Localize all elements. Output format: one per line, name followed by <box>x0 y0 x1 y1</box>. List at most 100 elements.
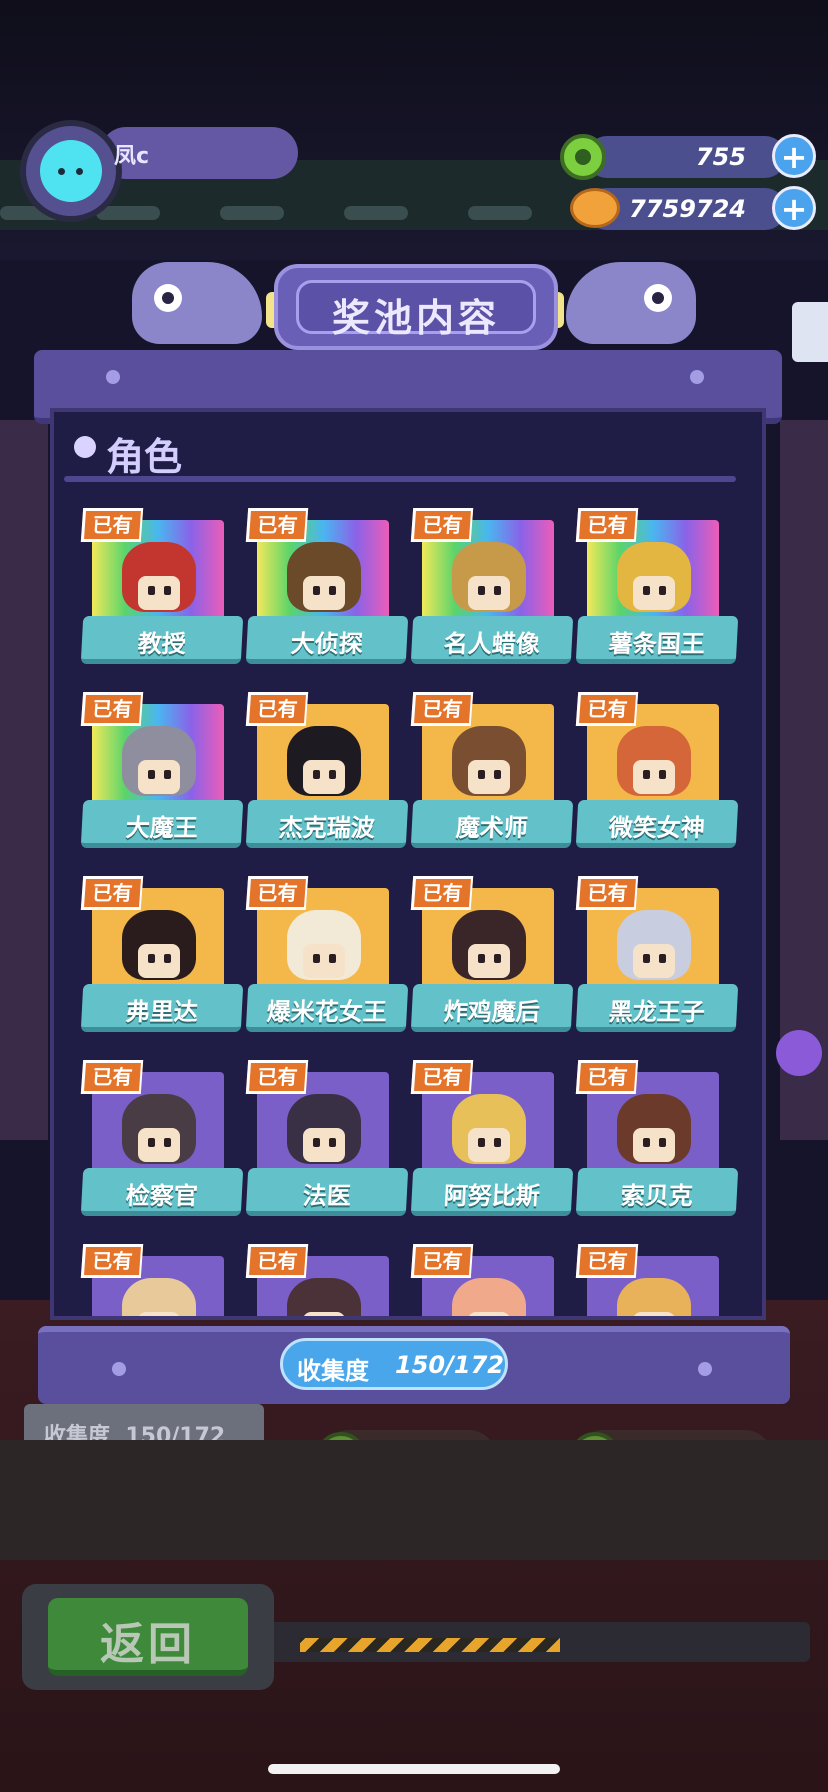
stripe-dash <box>220 206 284 220</box>
currency-planet: 7759724 + <box>516 186 816 232</box>
owned-badge: 已有 <box>410 1060 474 1094</box>
character-eye <box>659 954 666 963</box>
character-name-plate: 薯条国王 <box>575 616 739 664</box>
character-card[interactable]: 已有 法医 <box>245 1060 409 1230</box>
owned-badge: 已有 <box>245 1244 309 1278</box>
bolt <box>698 1362 712 1376</box>
character-card[interactable]: 已有 <box>410 1244 572 1316</box>
character-face <box>633 760 675 794</box>
character-eye <box>313 770 320 779</box>
character-face <box>303 760 345 794</box>
character-card[interactable]: 已有 <box>80 1244 242 1316</box>
character-face <box>138 1128 180 1162</box>
character-eye <box>494 1138 501 1147</box>
currency-value: 7759724 <box>629 195 746 223</box>
character-card[interactable]: 已有索贝克 <box>575 1060 739 1230</box>
character-eye <box>329 954 336 963</box>
owned-badge: 已有 <box>575 692 639 726</box>
character-eye <box>478 770 485 779</box>
character-face <box>468 760 510 794</box>
character-card[interactable]: 已有 大侦探 <box>245 508 409 678</box>
character-face <box>303 576 345 610</box>
character-eye <box>313 586 320 595</box>
background-shelf <box>0 1440 828 1560</box>
home-indicator[interactable] <box>268 1764 560 1774</box>
avatar-eye <box>58 168 65 175</box>
character-name-plate: 法医 <box>245 1168 409 1216</box>
bolt <box>106 370 120 384</box>
character-name-plate: 黑龙王子 <box>575 984 739 1032</box>
character-name: 大侦探 <box>290 630 364 658</box>
collection-progress: 收集度 150/172 <box>280 1338 508 1390</box>
character-name: 名人蜡像 <box>443 630 541 658</box>
modal-title-inner: 奖池内容 <box>296 280 536 340</box>
character-name: 大魔王 <box>125 814 199 842</box>
character-name-plate: 弗里达 <box>80 984 244 1032</box>
character-card[interactable]: 已有 <box>575 1244 737 1316</box>
character-card[interactable]: 已有 大魔王 <box>80 692 244 862</box>
owned-badge: 已有 <box>410 508 474 542</box>
character-card[interactable]: 已有 检察官 <box>80 1060 244 1230</box>
progress-value: 150/172 <box>395 1351 504 1379</box>
planet-coin-icon <box>570 188 620 228</box>
character-face <box>633 576 675 610</box>
character-name-plate: 阿努比斯 <box>410 1168 574 1216</box>
character-eye <box>643 586 650 595</box>
character-card[interactable]: 已有 <box>245 1244 407 1316</box>
character-eye <box>659 586 666 595</box>
character-name: 薯条国王 <box>608 630 706 658</box>
character-card[interactable]: 已有黑龙王子 <box>575 876 739 1046</box>
avatar[interactable] <box>20 120 122 222</box>
owned-badge: 已有 <box>575 876 639 910</box>
bolt <box>112 1362 126 1376</box>
add-currency-button[interactable]: + <box>772 134 816 178</box>
character-name: 魔术师 <box>455 814 529 842</box>
prize-pool-panel[interactable]: 角色 已有 教授 已有 大侦探 已有 名人蜡像 已有 薯条国王 已有 大魔王 已有 杰克瑞波 已有 魔术师… <box>50 408 766 1320</box>
owned-badge: 已有 <box>575 1060 639 1094</box>
character-face <box>468 1312 510 1316</box>
character-card[interactable]: 已有杰克瑞波 <box>245 692 409 862</box>
owned-badge: 已有 <box>245 692 309 726</box>
character-card[interactable]: 已有名人蜡像 <box>410 508 574 678</box>
character-face <box>468 1128 510 1162</box>
hazard-stripe <box>300 1638 560 1652</box>
character-card[interactable]: 已有 炸鸡魔后 <box>410 876 574 1046</box>
character-card[interactable]: 已有薯条国王 <box>575 508 739 678</box>
character-face <box>138 1312 180 1316</box>
owned-badge: 已有 <box>410 692 474 726</box>
back-button[interactable]: 返回 <box>48 1598 248 1676</box>
character-face <box>303 1312 345 1316</box>
owned-badge: 已有 <box>245 876 309 910</box>
character-name: 教授 <box>137 630 187 658</box>
character-card[interactable]: 已有魔术师 <box>410 692 574 862</box>
fish-ornament-left <box>132 262 262 344</box>
character-name: 杰克瑞波 <box>278 814 376 842</box>
character-eye <box>494 586 501 595</box>
character-name-plate: 魔术师 <box>410 800 574 848</box>
character-eye <box>164 1138 171 1147</box>
share-icon[interactable] <box>792 302 828 362</box>
add-currency-button[interactable]: + <box>772 186 816 230</box>
character-name-plate: 炸鸡魔后 <box>410 984 574 1032</box>
character-eye <box>478 954 485 963</box>
character-card[interactable]: 已有 弗里达 <box>80 876 244 1046</box>
character-eye <box>659 1138 666 1147</box>
character-eye <box>329 586 336 595</box>
character-name: 索贝克 <box>620 1182 694 1210</box>
character-eye <box>164 770 171 779</box>
owned-badge: 已有 <box>410 876 474 910</box>
character-eye <box>494 770 501 779</box>
owned-badge: 已有 <box>80 508 144 542</box>
character-eye <box>313 1138 320 1147</box>
character-name-plate: 爆米花女王 <box>245 984 409 1032</box>
back-button-label: 返回 <box>100 1619 196 1670</box>
character-card[interactable]: 已有教授 <box>80 508 244 678</box>
lever-knob <box>776 1030 822 1076</box>
character-card[interactable]: 已有 爆米花女王 <box>245 876 409 1046</box>
character-card[interactable]: 已有 阿努比斯 <box>410 1060 574 1230</box>
character-name: 黑龙王子 <box>608 998 706 1026</box>
character-card[interactable]: 已有 微笑女神 <box>575 692 739 862</box>
character-eye <box>148 586 155 595</box>
character-name-plate: 检察官 <box>80 1168 244 1216</box>
owned-badge: 已有 <box>575 508 639 542</box>
